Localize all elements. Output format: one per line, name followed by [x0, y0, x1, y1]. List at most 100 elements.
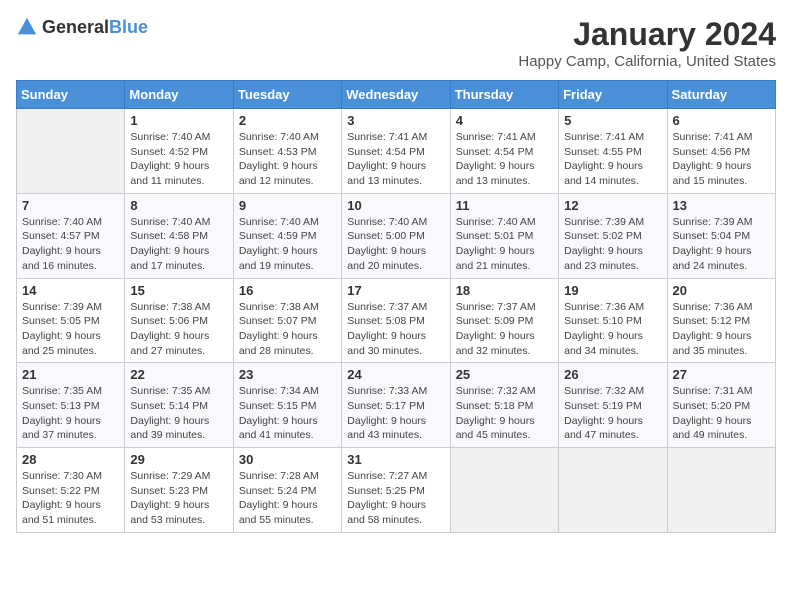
calendar-cell: 18 Sunrise: 7:37 AMSunset: 5:09 PMDayligh…: [450, 278, 558, 363]
day-number: 20: [673, 283, 770, 298]
day-number: 1: [130, 113, 227, 128]
calendar-cell: 20 Sunrise: 7:36 AMSunset: 5:12 PMDayligh…: [667, 278, 775, 363]
weekday-header: Friday: [559, 81, 667, 109]
calendar-cell: 27 Sunrise: 7:31 AMSunset: 5:20 PMDayligh…: [667, 363, 775, 448]
day-number: 8: [130, 198, 227, 213]
logo-blue: Blue: [109, 17, 148, 37]
day-number: 28: [22, 452, 119, 467]
calendar-table: SundayMondayTuesdayWednesdayThursdayFrid…: [16, 80, 776, 533]
day-info: Sunrise: 7:31 AMSunset: 5:20 PMDaylight:…: [673, 384, 770, 443]
logo-text: GeneralBlue: [42, 17, 148, 38]
calendar-cell: 21 Sunrise: 7:35 AMSunset: 5:13 PMDayligh…: [17, 363, 125, 448]
day-number: 16: [239, 283, 336, 298]
calendar-week-row: 21 Sunrise: 7:35 AMSunset: 5:13 PMDayligh…: [17, 363, 776, 448]
day-number: 22: [130, 367, 227, 382]
calendar-subtitle: Happy Camp, California, United States: [518, 53, 776, 70]
day-info: Sunrise: 7:39 AMSunset: 5:05 PMDaylight:…: [22, 300, 119, 359]
calendar-cell: 10 Sunrise: 7:40 AMSunset: 5:00 PMDayligh…: [342, 193, 450, 278]
day-info: Sunrise: 7:36 AMSunset: 5:10 PMDaylight:…: [564, 300, 661, 359]
day-info: Sunrise: 7:40 AMSunset: 5:00 PMDaylight:…: [347, 215, 444, 274]
day-number: 7: [22, 198, 119, 213]
calendar-cell: 6 Sunrise: 7:41 AMSunset: 4:56 PMDaylight…: [667, 109, 775, 194]
calendar-cell: 2 Sunrise: 7:40 AMSunset: 4:53 PMDaylight…: [233, 109, 341, 194]
calendar-cell: 22 Sunrise: 7:35 AMSunset: 5:14 PMDayligh…: [125, 363, 233, 448]
calendar-cell: 7Sunrise: 7:40 AMSunset: 4:57 PMDaylight…: [17, 193, 125, 278]
day-info: Sunrise: 7:41 AMSunset: 4:56 PMDaylight:…: [673, 130, 770, 189]
day-info: Sunrise: 7:41 AMSunset: 4:54 PMDaylight:…: [456, 130, 553, 189]
day-number: 17: [347, 283, 444, 298]
calendar-cell: 26Sunrise: 7:32 AMSunset: 5:19 PMDayligh…: [559, 363, 667, 448]
day-info: Sunrise: 7:35 AMSunset: 5:13 PMDaylight:…: [22, 384, 119, 443]
day-info: Sunrise: 7:40 AMSunset: 5:01 PMDaylight:…: [456, 215, 553, 274]
day-info: Sunrise: 7:38 AMSunset: 5:06 PMDaylight:…: [130, 300, 227, 359]
day-number: 21: [22, 367, 119, 382]
day-number: 12: [564, 198, 661, 213]
day-number: 27: [673, 367, 770, 382]
day-info: Sunrise: 7:38 AMSunset: 5:07 PMDaylight:…: [239, 300, 336, 359]
day-info: Sunrise: 7:32 AMSunset: 5:18 PMDaylight:…: [456, 384, 553, 443]
day-info: Sunrise: 7:34 AMSunset: 5:15 PMDaylight:…: [239, 384, 336, 443]
calendar-cell: 13Sunrise: 7:39 AMSunset: 5:04 PMDayligh…: [667, 193, 775, 278]
weekday-header: Monday: [125, 81, 233, 109]
weekday-header: Wednesday: [342, 81, 450, 109]
calendar-cell: 30Sunrise: 7:28 AMSunset: 5:24 PMDayligh…: [233, 448, 341, 533]
day-info: Sunrise: 7:40 AMSunset: 4:53 PMDaylight:…: [239, 130, 336, 189]
weekday-header: Tuesday: [233, 81, 341, 109]
day-info: Sunrise: 7:37 AMSunset: 5:08 PMDaylight:…: [347, 300, 444, 359]
calendar-cell: 24 Sunrise: 7:33 AMSunset: 5:17 PMDayligh…: [342, 363, 450, 448]
day-number: 9: [239, 198, 336, 213]
day-number: 15: [130, 283, 227, 298]
calendar-cell: 1 Sunrise: 7:40 AMSunset: 4:52 PMDaylight…: [125, 109, 233, 194]
weekday-header: Thursday: [450, 81, 558, 109]
day-number: 24: [347, 367, 444, 382]
day-info: Sunrise: 7:37 AMSunset: 5:09 PMDaylight:…: [456, 300, 553, 359]
day-info: Sunrise: 7:32 AMSunset: 5:19 PMDaylight:…: [564, 384, 661, 443]
calendar-cell: 31 Sunrise: 7:27 AMSunset: 5:25 PMDayligh…: [342, 448, 450, 533]
day-info: Sunrise: 7:29 AMSunset: 5:23 PMDaylight:…: [130, 469, 227, 528]
calendar-cell: 17 Sunrise: 7:37 AMSunset: 5:08 PMDayligh…: [342, 278, 450, 363]
calendar-cell: 5Sunrise: 7:41 AMSunset: 4:55 PMDaylight…: [559, 109, 667, 194]
calendar-cell: 9Sunrise: 7:40 AMSunset: 4:59 PMDaylight…: [233, 193, 341, 278]
calendar-week-row: 28 Sunrise: 7:30 AMSunset: 5:22 PMDayligh…: [17, 448, 776, 533]
calendar-week-row: 14 Sunrise: 7:39 AMSunset: 5:05 PMDayligh…: [17, 278, 776, 363]
calendar-cell: 12Sunrise: 7:39 AMSunset: 5:02 PMDayligh…: [559, 193, 667, 278]
day-number: 10: [347, 198, 444, 213]
logo-general: General: [42, 17, 109, 37]
calendar-cell: 8Sunrise: 7:40 AMSunset: 4:58 PMDaylight…: [125, 193, 233, 278]
day-info: Sunrise: 7:36 AMSunset: 5:12 PMDaylight:…: [673, 300, 770, 359]
calendar-cell: 29 Sunrise: 7:29 AMSunset: 5:23 PMDayligh…: [125, 448, 233, 533]
day-number: 23: [239, 367, 336, 382]
day-info: Sunrise: 7:27 AMSunset: 5:25 PMDaylight:…: [347, 469, 444, 528]
calendar-cell: [667, 448, 775, 533]
day-number: 3: [347, 113, 444, 128]
calendar-body: 1 Sunrise: 7:40 AMSunset: 4:52 PMDaylight…: [17, 109, 776, 533]
calendar-cell: 4 Sunrise: 7:41 AMSunset: 4:54 PMDaylight…: [450, 109, 558, 194]
day-number: 14: [22, 283, 119, 298]
day-number: 6: [673, 113, 770, 128]
calendar-week-row: 7Sunrise: 7:40 AMSunset: 4:57 PMDaylight…: [17, 193, 776, 278]
calendar-week-row: 1 Sunrise: 7:40 AMSunset: 4:52 PMDaylight…: [17, 109, 776, 194]
day-number: 18: [456, 283, 553, 298]
calendar-cell: 16 Sunrise: 7:38 AMSunset: 5:07 PMDayligh…: [233, 278, 341, 363]
logo-icon: [16, 16, 38, 38]
day-info: Sunrise: 7:39 AMSunset: 5:04 PMDaylight:…: [673, 215, 770, 274]
day-number: 31: [347, 452, 444, 467]
day-info: Sunrise: 7:33 AMSunset: 5:17 PMDaylight:…: [347, 384, 444, 443]
title-area: January 2024 Happy Camp, California, Uni…: [518, 16, 776, 70]
logo: GeneralBlue: [16, 16, 148, 38]
calendar-cell: 25 Sunrise: 7:32 AMSunset: 5:18 PMDayligh…: [450, 363, 558, 448]
day-info: Sunrise: 7:30 AMSunset: 5:22 PMDaylight:…: [22, 469, 119, 528]
calendar-cell: 3Sunrise: 7:41 AMSunset: 4:54 PMDaylight…: [342, 109, 450, 194]
day-number: 25: [456, 367, 553, 382]
weekday-header: Sunday: [17, 81, 125, 109]
day-number: 2: [239, 113, 336, 128]
calendar-cell: 11Sunrise: 7:40 AMSunset: 5:01 PMDayligh…: [450, 193, 558, 278]
day-number: 4: [456, 113, 553, 128]
day-info: Sunrise: 7:41 AMSunset: 4:55 PMDaylight:…: [564, 130, 661, 189]
calendar-cell: 23 Sunrise: 7:34 AMSunset: 5:15 PMDayligh…: [233, 363, 341, 448]
day-number: 29: [130, 452, 227, 467]
calendar-cell: 19Sunrise: 7:36 AMSunset: 5:10 PMDayligh…: [559, 278, 667, 363]
day-info: Sunrise: 7:35 AMSunset: 5:14 PMDaylight:…: [130, 384, 227, 443]
calendar-title: January 2024: [518, 16, 776, 53]
day-info: Sunrise: 7:40 AMSunset: 4:52 PMDaylight:…: [130, 130, 227, 189]
